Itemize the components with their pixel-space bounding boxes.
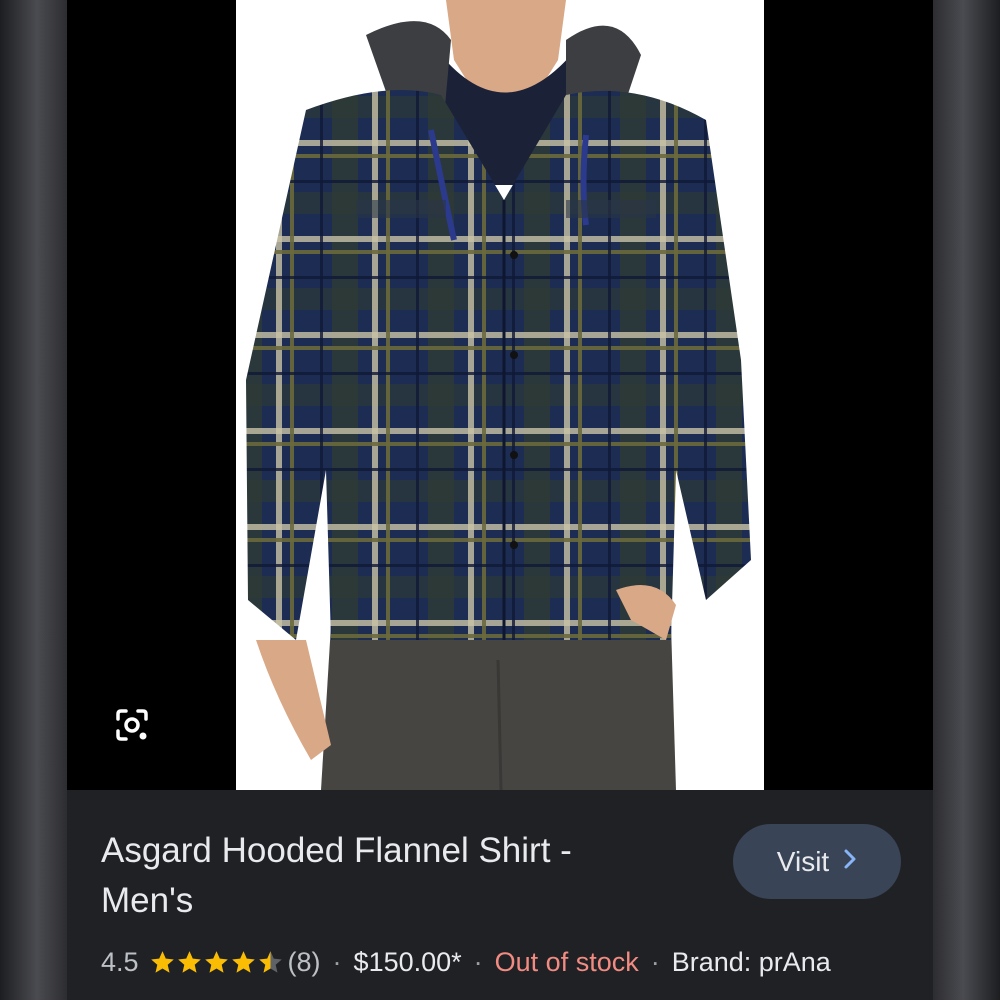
star-rating: [149, 949, 284, 976]
product-image-area[interactable]: [67, 0, 933, 790]
right-blurred-edge: [933, 0, 1000, 1000]
product-card: Asgard Hooded Flannel Shirt - Men's Visi…: [67, 0, 933, 1000]
brand: Brand: prAna: [671, 946, 831, 977]
review-count[interactable]: (8): [288, 947, 321, 978]
visit-button[interactable]: Visit: [733, 824, 901, 899]
star-icon: [204, 950, 228, 973]
visit-button-label: Visit: [776, 845, 830, 877]
star-icon: [150, 950, 174, 973]
stock-status: Out of stock: [494, 946, 639, 977]
separator: ·: [332, 946, 342, 977]
rating-value: 4.5: [101, 946, 139, 977]
product-photo: [236, 0, 764, 790]
chevron-right-icon: [843, 848, 857, 875]
star-icon: [258, 950, 282, 973]
separator: ·: [650, 946, 660, 977]
product-meta-row: 4.5 (8) · $150.00* · Out of stock · Bran…: [101, 942, 831, 982]
star-icon: [231, 950, 255, 973]
price: $150.00*: [353, 946, 462, 977]
separator: ·: [473, 946, 483, 977]
product-title[interactable]: Asgard Hooded Flannel Shirt - Men's: [101, 826, 661, 926]
product-info: Asgard Hooded Flannel Shirt - Men's Visi…: [67, 790, 933, 1000]
flannel-shirt-illustration: [246, 0, 751, 790]
star-icon: [177, 950, 201, 973]
left-blurred-edge: [0, 0, 67, 1000]
google-lens-icon[interactable]: [107, 700, 157, 750]
